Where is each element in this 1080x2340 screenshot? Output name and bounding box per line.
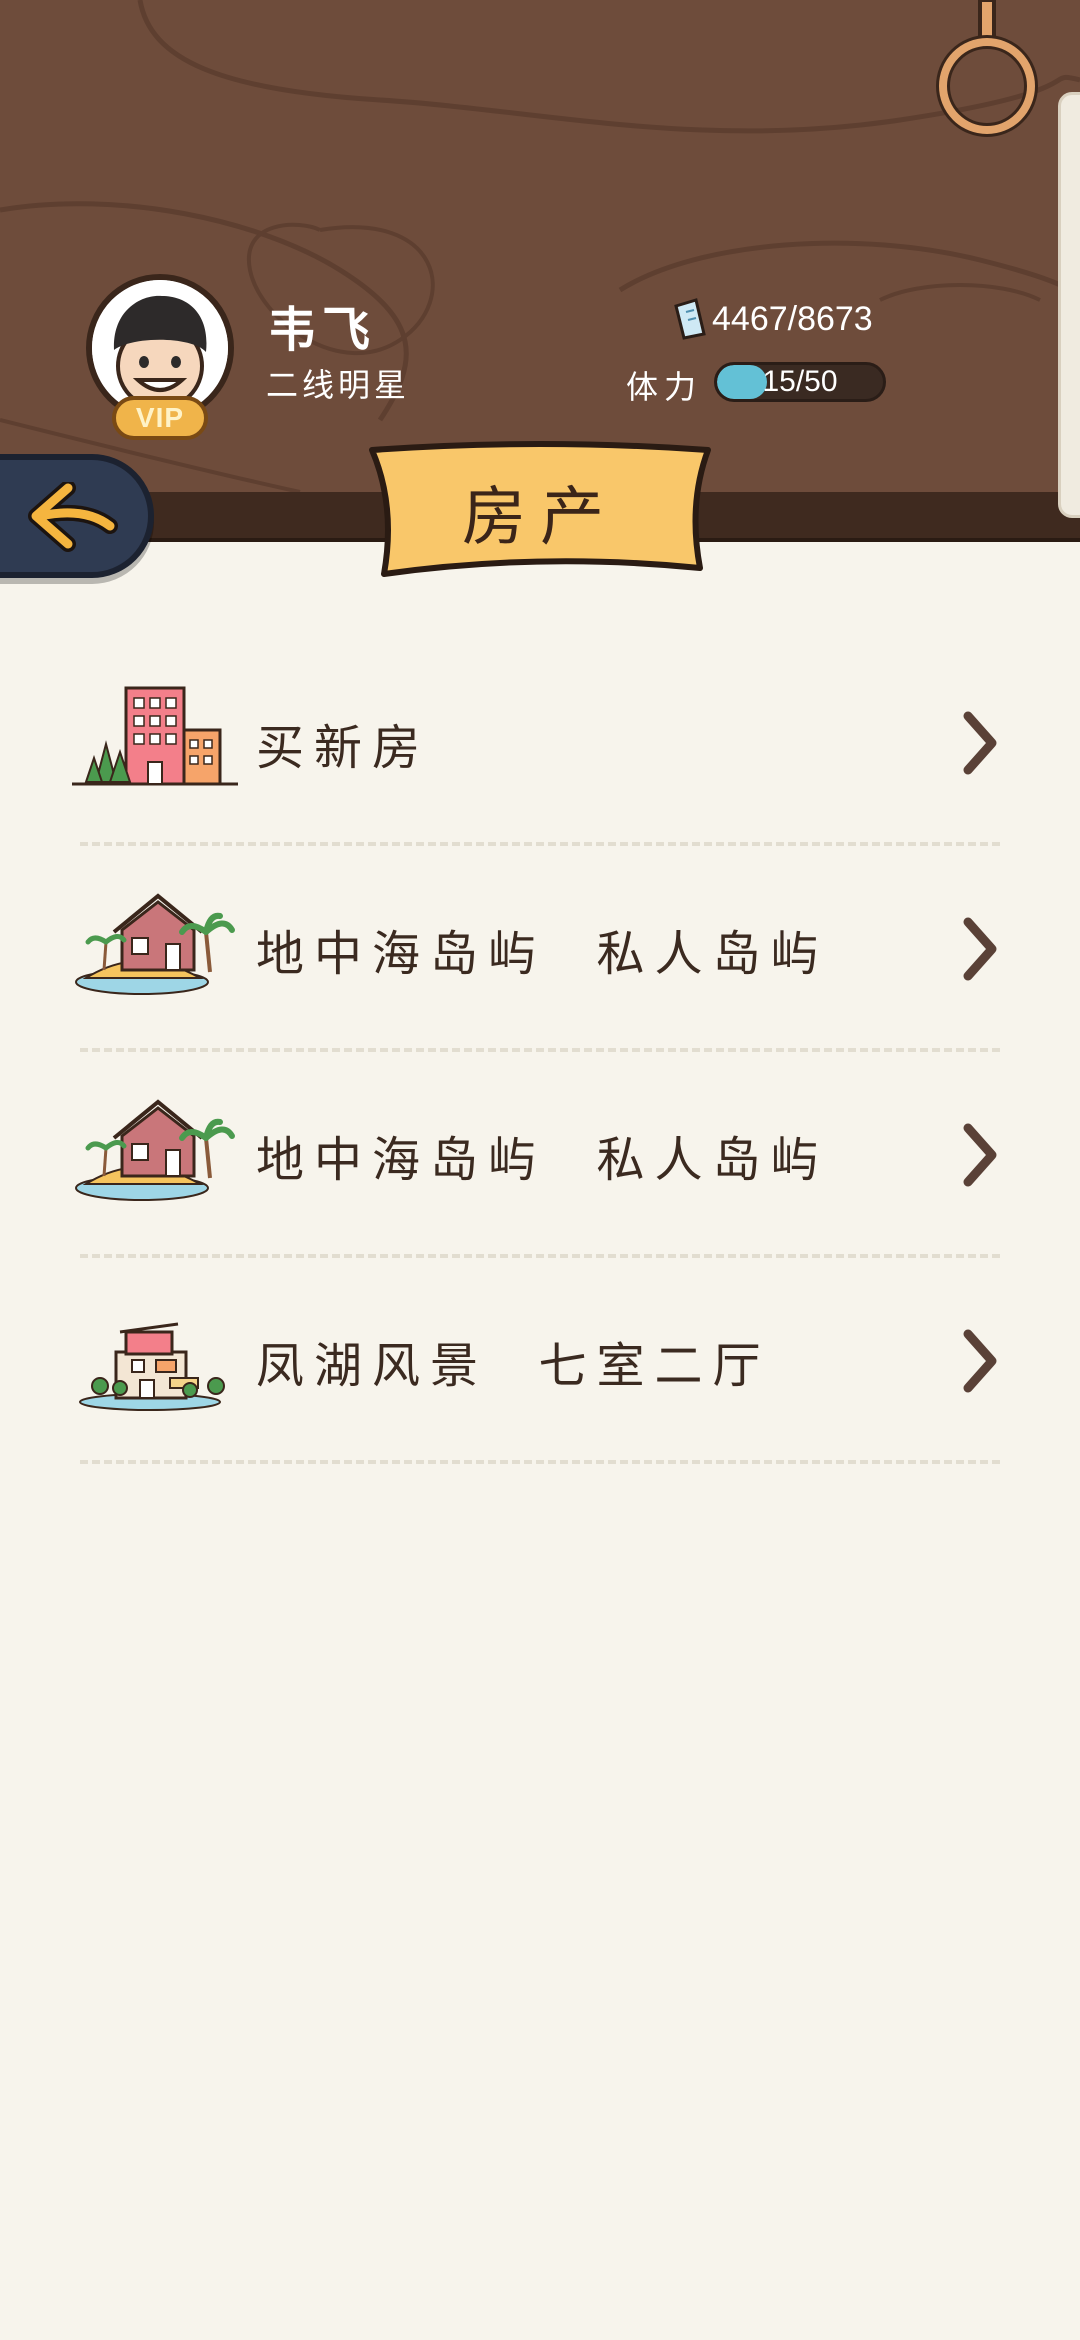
list-item-label: 地中海岛屿 私人岛屿 — [256, 926, 829, 982]
list-item-buy-new-house[interactable]: 买新房 — [0, 640, 1080, 846]
money-icon — [674, 298, 706, 340]
vip-badge: VIP — [112, 396, 208, 440]
chevron-right-icon — [963, 1123, 997, 1187]
back-button[interactable] — [0, 454, 154, 578]
user-name: 韦飞 — [268, 302, 377, 358]
divider — [80, 1460, 1000, 1464]
list-item-property[interactable]: 地中海岛屿 私人岛屿 — [0, 846, 1080, 1052]
list-item-label: 凤湖风景 七室二厅 — [256, 1338, 771, 1394]
page-title: 房产 — [462, 481, 618, 555]
chevron-right-icon — [963, 917, 997, 981]
villa-icon — [79, 1322, 225, 1411]
stamina-bar: 15/50 — [714, 362, 886, 402]
side-handle[interactable] — [1058, 92, 1080, 518]
stamina-text: 15/50 — [762, 365, 838, 398]
stamina-label: 体力 — [626, 368, 703, 406]
money-value: 4467/8673 — [712, 300, 873, 338]
list-item-label: 地中海岛屿 私人岛屿 — [256, 1132, 829, 1188]
list-item-property[interactable]: 凤湖风景 七室二厅 — [0, 1258, 1080, 1464]
chevron-right-icon — [963, 1329, 997, 1393]
island-house-icon — [75, 893, 235, 995]
list-item-label: 买新房 — [256, 720, 431, 776]
chevron-right-icon — [963, 711, 997, 775]
user-title: 二线明星 — [266, 366, 411, 404]
list-item-property[interactable]: 地中海岛屿 私人岛屿 — [0, 1052, 1080, 1258]
island-house-icon — [75, 1099, 235, 1201]
back-arrow-icon — [28, 482, 118, 552]
building-icon — [72, 686, 238, 786]
hanging-ring-icon — [936, 0, 1038, 137]
